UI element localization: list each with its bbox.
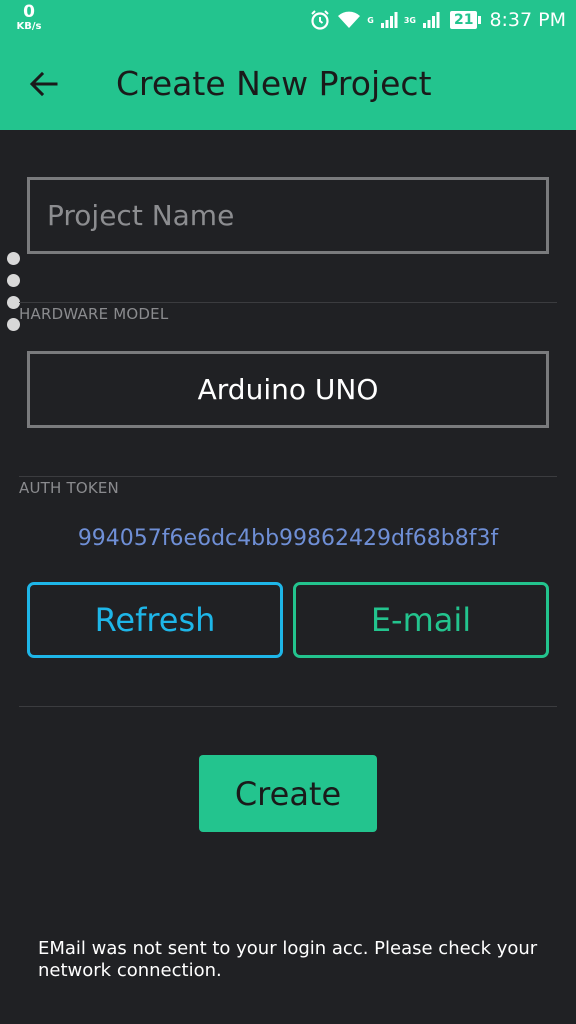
toast-message: EMail was not sent to your login acc. Pl…	[38, 938, 538, 981]
hardware-model-label: HARDWARE MODEL	[19, 305, 169, 323]
network-type-2: 3G	[403, 15, 416, 25]
status-icons: G 3G 21 8:37 PM	[309, 6, 566, 34]
arrow-left-icon	[29, 71, 59, 101]
network-speed-value: 0	[23, 2, 35, 22]
dot	[7, 274, 20, 287]
email-button[interactable]: E-mail	[293, 582, 549, 658]
divider	[19, 302, 557, 303]
clock: 8:37 PM	[489, 9, 566, 31]
divider	[19, 706, 557, 707]
page-title: Create New Project	[116, 64, 432, 103]
project-name-input[interactable]	[30, 180, 546, 251]
network-speed-unit: KB/s	[16, 21, 42, 32]
signal-icon-1	[380, 11, 398, 29]
dot	[7, 252, 20, 265]
project-name-field[interactable]	[27, 177, 549, 254]
create-button[interactable]: Create	[199, 755, 377, 832]
signal-icon-2	[422, 11, 440, 29]
auth-token-value: 994057f6e6dc4bb99862429df68b8f3f	[77, 526, 499, 551]
divider	[19, 476, 557, 477]
network-type-1: G	[367, 15, 374, 25]
network-speed: 0 KB/s	[12, 4, 46, 32]
back-button[interactable]	[20, 62, 68, 110]
app-bar: Create New Project	[0, 40, 576, 130]
refresh-button[interactable]: Refresh	[27, 582, 283, 658]
top-bar: 0 KB/s G 3G 21 8:37 PM Create New Projec…	[0, 0, 576, 130]
auth-token-label: AUTH TOKEN	[19, 479, 119, 497]
alarm-icon	[309, 9, 331, 31]
battery-icon: 21	[449, 11, 483, 29]
status-bar: 0 KB/s G 3G 21 8:37 PM	[0, 0, 576, 40]
hardware-model-selector[interactable]: Arduino UNO	[27, 351, 549, 428]
hardware-model-value: Arduino UNO	[197, 373, 379, 406]
wifi-icon	[337, 10, 361, 30]
